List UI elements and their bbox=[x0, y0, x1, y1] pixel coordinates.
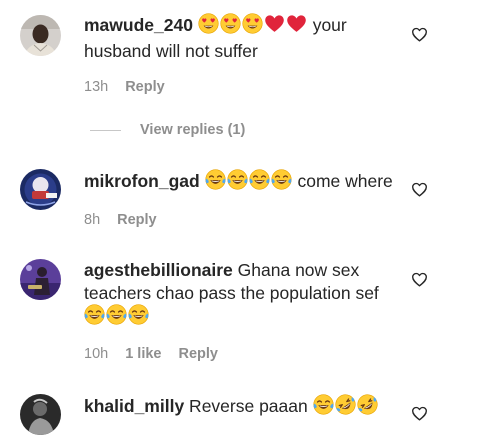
comment-username[interactable]: mikrofon_gad bbox=[84, 171, 200, 191]
comment-meta: 10h 1 like Reply bbox=[84, 346, 235, 362]
red-heart-icon bbox=[264, 13, 285, 40]
view-replies-button[interactable]: View replies (1) bbox=[90, 122, 245, 138]
comment-username[interactable]: mawude_240 bbox=[84, 15, 193, 35]
reply-button[interactable]: Reply bbox=[178, 346, 218, 362]
avatar-image bbox=[20, 169, 61, 210]
like-button[interactable] bbox=[411, 27, 428, 42]
comment-body: mikrofon_gad come where bbox=[84, 169, 394, 196]
likes-count[interactable]: 1 like bbox=[125, 346, 161, 362]
avatar-image bbox=[20, 15, 61, 56]
face-with-tears-of-joy-icon bbox=[205, 169, 226, 196]
red-heart-icon bbox=[286, 13, 307, 40]
avatar[interactable] bbox=[20, 394, 61, 435]
view-replies-label: View replies (1) bbox=[140, 122, 246, 138]
reply-button[interactable]: Reply bbox=[117, 212, 157, 228]
comment-body: mawude_240 your husband will not suffer bbox=[84, 13, 394, 62]
avatar[interactable] bbox=[20, 15, 61, 56]
face-with-tears-of-joy-icon bbox=[271, 169, 292, 196]
avatar-image bbox=[20, 259, 61, 300]
reply-button[interactable]: Reply bbox=[125, 79, 165, 95]
comment-body: khalid_milly Reverse paaan bbox=[84, 394, 394, 421]
face-with-tears-of-joy-icon bbox=[84, 304, 105, 331]
avatar[interactable] bbox=[20, 169, 61, 210]
heart-outline-icon bbox=[411, 406, 428, 421]
comment-body: agesthebillionaire Ghana now sex teacher… bbox=[84, 259, 394, 331]
heart-outline-icon bbox=[411, 182, 428, 197]
face-with-tears-of-joy-icon bbox=[106, 304, 127, 331]
like-button[interactable] bbox=[411, 272, 428, 287]
smiling-face-with-heart-eyes-icon bbox=[242, 13, 263, 40]
like-button[interactable] bbox=[411, 406, 428, 421]
heart-outline-icon bbox=[411, 272, 428, 287]
comment-username[interactable]: agesthebillionaire bbox=[84, 260, 233, 280]
avatar[interactable] bbox=[20, 259, 61, 300]
face-with-tears-of-joy-icon bbox=[227, 169, 248, 196]
like-button[interactable] bbox=[411, 182, 428, 197]
comment-time: 10h bbox=[84, 346, 109, 362]
view-replies-divider bbox=[90, 129, 121, 131]
comment-time: 13h bbox=[84, 79, 109, 95]
smiling-face-with-heart-eyes-icon bbox=[220, 13, 241, 40]
comment-username[interactable]: khalid_milly bbox=[84, 396, 184, 416]
avatar-image bbox=[20, 394, 61, 435]
comment-meta: 13h Reply bbox=[84, 79, 182, 95]
rolling-on-the-floor-laughing-icon bbox=[335, 394, 356, 421]
heart-outline-icon bbox=[411, 27, 428, 42]
comment-text: Reverse paaan bbox=[184, 396, 313, 416]
comment-time: 8h bbox=[84, 212, 101, 228]
face-with-tears-of-joy-icon bbox=[128, 304, 149, 331]
smiling-face-with-heart-eyes-icon bbox=[198, 13, 219, 40]
comment-meta: 8h Reply bbox=[84, 212, 174, 228]
comment-text: come where bbox=[292, 171, 393, 191]
rolling-on-the-floor-laughing-icon bbox=[357, 394, 378, 421]
face-with-tears-of-joy-icon bbox=[313, 394, 334, 421]
face-with-tears-of-joy-icon bbox=[249, 169, 270, 196]
